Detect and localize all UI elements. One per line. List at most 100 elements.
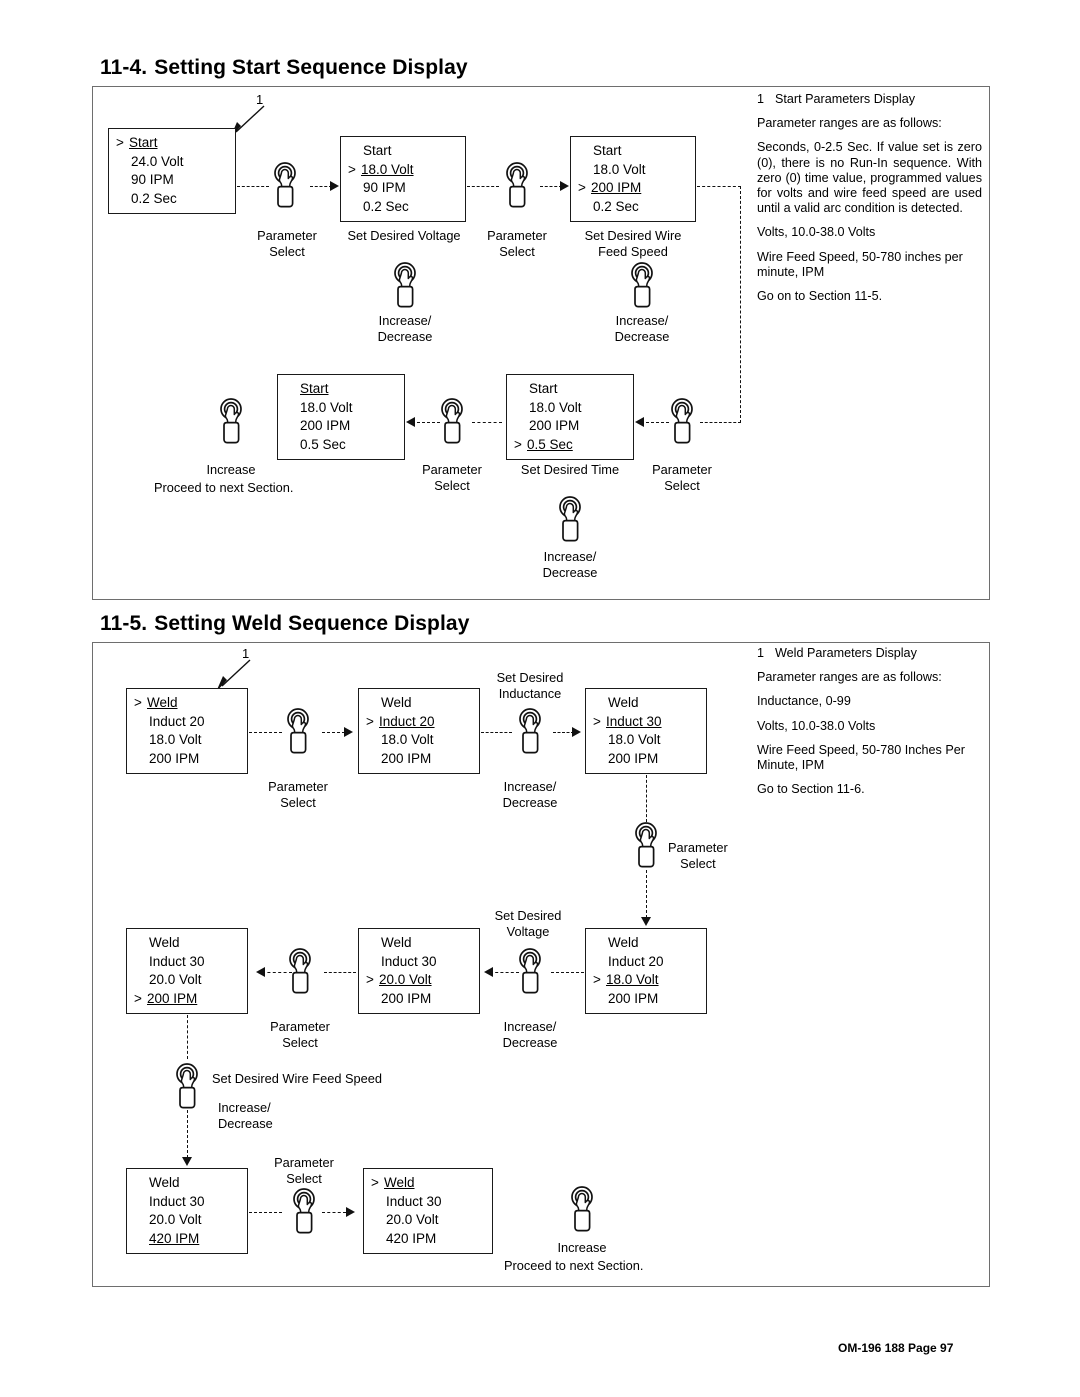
display-row: 420 IPM	[371, 1230, 486, 1249]
button-increase-decrease-weld-1[interactable]	[513, 708, 547, 758]
display-row: 0.2 Sec	[348, 198, 459, 217]
note-item-number: 1	[757, 92, 765, 106]
caption-parameter-select-weld-2: Parameter Select	[668, 840, 728, 871]
connector-weld-5	[646, 775, 647, 822]
display-row: Weld	[593, 694, 700, 713]
note-line-start-3: Wire Feed Speed, 50-780 inches per minut…	[757, 249, 963, 279]
cursor-caret: >	[514, 436, 522, 452]
display-row: 18.0 Volt	[593, 731, 700, 750]
caption-increase-decrease-start-2: Increase/ Decrease	[614, 313, 670, 344]
display-row-text: 200 IPM	[149, 750, 200, 766]
caption-increase-decrease-weld-1: Increase/ Decrease	[502, 779, 558, 810]
display-row: 18.0 Volt	[578, 161, 689, 180]
display-row-text: Induct 20	[149, 713, 205, 729]
caption-parameter-select-weld-3: Parameter Select	[270, 1019, 330, 1050]
display-box-start-1: > Start 24.0 Volt 90 IPM 0.2 Sec	[108, 128, 236, 214]
display-row: 200 IPM	[366, 990, 473, 1009]
display-row-text: 200 IPM	[529, 418, 580, 434]
display-row: Weld	[134, 934, 241, 953]
note-item-label: Start Parameters Display	[775, 92, 915, 106]
cursor-caret: >	[116, 135, 124, 150]
caption-set-desired-time-start: Set Desired Time	[520, 462, 620, 477]
button-parameter-select-start-3[interactable]	[435, 398, 469, 448]
display-row-text: Weld	[381, 695, 412, 710]
button-parameter-select-weld-3[interactable]	[283, 948, 317, 998]
button-parameter-select-start-1[interactable]	[268, 162, 302, 212]
display-row-text: 200 IPM	[608, 750, 659, 766]
cursor-caret: >	[578, 180, 586, 196]
arrow-weld-3	[641, 917, 651, 926]
display-row-text: Weld	[149, 935, 180, 950]
button-increase-decrease-start-1[interactable]	[388, 262, 422, 312]
note-line-start-4: Go on to Section 11-5.	[757, 289, 883, 304]
display-row-text: 0.2 Sec	[363, 198, 409, 214]
display-row-text: 90 IPM	[131, 172, 174, 188]
button-parameter-select-start-2[interactable]	[500, 162, 534, 212]
note-start-parameters: 1 Start Parameters Display Parameter ran…	[757, 92, 982, 313]
page-footer: OM-196 188 Page 97	[838, 1341, 954, 1355]
button-parameter-select-weld-4[interactable]	[287, 1188, 321, 1238]
display-row: Induct 20	[134, 713, 241, 732]
display-row-text: 18.0 Volt	[593, 161, 646, 177]
display-row-text: 90 IPM	[363, 180, 406, 196]
button-increase-start-final[interactable]	[214, 398, 248, 448]
display-row: 20.0 Volt	[371, 1211, 486, 1230]
display-row-text: Start	[129, 135, 158, 150]
caption-proceed-start: Proceed to next Section.	[154, 480, 294, 495]
display-row-text: 18.0 Volt	[529, 399, 582, 415]
caption-increase-decrease-start-1: Increase/ Decrease	[377, 313, 433, 344]
connector-weld-9	[324, 972, 356, 973]
display-row-text: 18.0 Volt	[149, 732, 202, 748]
caption-set-desired-inductance-weld: Set Desired Inductance	[496, 670, 564, 701]
display-row-text: 200 IPM	[591, 180, 642, 196]
caption-parameter-select-start-2: Parameter Select	[487, 228, 547, 259]
caption-increase-decrease-weld-2: Increase/ Decrease	[502, 1019, 558, 1050]
display-row: > Induct 20	[366, 713, 473, 732]
button-increase-weld-final[interactable]	[565, 1186, 599, 1236]
cursor-caret: >	[134, 695, 142, 710]
caption-parameter-select-start-1: Parameter Select	[257, 228, 317, 259]
display-box-weld-6: Weld Induct 30 20.0 Volt >200 IPM	[126, 928, 248, 1014]
caption-proceed-weld: Proceed to next Section.	[504, 1258, 644, 1273]
display-row-text: 200 IPM	[381, 990, 432, 1006]
note-line-weld-2: Volts, 10.0-38.0 Volts	[757, 718, 876, 733]
caption-parameter-select-start-4: Parameter Select	[652, 462, 712, 493]
note-weld-parameters: 1 Weld Parameters Display Parameter rang…	[757, 646, 982, 806]
display-box-weld-5: Weld Induct 30 >20.0 Volt 200 IPM	[358, 928, 480, 1014]
display-row: >0.5 Sec	[514, 436, 627, 455]
display-row: Induct 30	[134, 1193, 241, 1212]
display-row: 90 IPM	[348, 179, 459, 198]
section-number: 11-4.	[100, 56, 148, 79]
arrow-start-3	[635, 417, 644, 427]
display-row: 200 IPM	[593, 990, 700, 1009]
cursor-caret: >	[371, 1175, 379, 1190]
button-increase-decrease-weld-3[interactable]	[170, 1063, 204, 1113]
button-parameter-select-start-4[interactable]	[665, 398, 699, 448]
connector-weld-4	[553, 732, 574, 733]
display-row-text: 24.0 Volt	[131, 153, 184, 169]
caption-set-desired-wfs-weld: Set Desired Wire Feed Speed	[212, 1071, 382, 1086]
note-item-weld: 1 Weld Parameters Display	[757, 646, 982, 661]
button-increase-decrease-start-3[interactable]	[553, 496, 587, 546]
display-row: Start	[578, 142, 689, 161]
connector-start-4	[540, 186, 562, 187]
button-parameter-select-weld-2[interactable]	[629, 822, 663, 872]
section-title-11-4: 11-4. Setting Start Sequence Display	[100, 56, 468, 80]
display-row-text: Weld	[608, 695, 639, 710]
display-row-text: 20.0 Volt	[386, 1212, 439, 1228]
button-increase-decrease-start-2[interactable]	[625, 262, 659, 312]
callout-leader-weld	[216, 659, 251, 692]
connector-start-2	[310, 186, 332, 187]
display-row-text: 20.0 Volt	[149, 1212, 202, 1228]
note-line-weld-1: Inductance, 0-99	[757, 694, 851, 709]
cursor-caret: >	[348, 161, 356, 177]
display-row-text: 0.5 Sec	[300, 436, 346, 452]
arrow-start-2	[560, 181, 569, 191]
cursor-caret: >	[593, 972, 601, 988]
button-increase-decrease-weld-2[interactable]	[513, 948, 547, 998]
connector-weld-11	[187, 1015, 188, 1059]
display-row: Weld	[593, 934, 700, 953]
button-parameter-select-weld-1[interactable]	[281, 708, 315, 758]
note-line-start-2: Volts, 10.0-38.0 Volts	[757, 225, 876, 240]
caption-parameter-select-weld-4: Parameter Select	[274, 1155, 334, 1186]
